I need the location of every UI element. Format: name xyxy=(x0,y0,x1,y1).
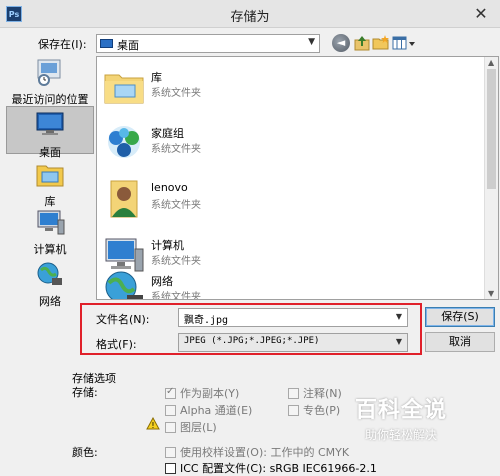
checkbox-label: 使用校样设置(O): 工作中的 CMYK xyxy=(180,446,350,459)
recent-places-icon xyxy=(34,58,66,88)
vertical-scrollbar[interactable]: ▲ ▼ xyxy=(484,57,498,299)
places-bar: 最近访问的位置 桌面 库 计算机 网络 xyxy=(6,56,94,314)
place-recent[interactable]: 最近访问的位置 xyxy=(6,58,94,106)
place-label: 最近访问的位置 xyxy=(11,93,89,106)
layers-checkbox[interactable]: 图层(L) xyxy=(165,419,217,435)
alpha-channel-checkbox[interactable]: Alpha 通道(E) xyxy=(165,402,252,418)
list-item[interactable]: 家庭组 系统文件夹 xyxy=(97,115,483,171)
item-type: 系统文件夹 xyxy=(151,292,201,300)
title-bar: Ps 存储为 ✕ xyxy=(0,0,500,28)
scroll-up-arrow-icon[interactable]: ▲ xyxy=(488,58,494,67)
filename-value: 飘奇.jpg xyxy=(184,315,229,326)
watermark-title: 百科全说 xyxy=(354,398,447,423)
item-name: lenovo xyxy=(151,181,188,194)
network-icon xyxy=(103,269,145,299)
item-type: 系统文件夹 xyxy=(151,200,201,211)
save-in-dropdown[interactable]: 桌面 ▼ xyxy=(96,34,320,53)
place-label: 网络 xyxy=(39,295,61,308)
checkbox-label: ICC 配置文件(C): sRGB IEC61966-2.1 xyxy=(180,462,377,475)
place-label: 计算机 xyxy=(33,243,67,256)
user-folder-icon xyxy=(103,177,145,219)
new-folder-icon[interactable] xyxy=(372,34,390,52)
chevron-down-icon[interactable]: ▼ xyxy=(396,312,402,321)
watermark-logo: 百科全说 助你轻松解决 xyxy=(326,392,476,443)
checkbox-box[interactable] xyxy=(288,387,299,399)
place-label: 桌面 xyxy=(39,146,61,159)
libraries-icon xyxy=(34,160,66,190)
library-folder-icon xyxy=(103,65,145,107)
item-name: 家庭组 xyxy=(151,127,184,140)
proof-setup-checkbox[interactable]: 使用校样设置(O): 工作中的 CMYK xyxy=(165,444,349,460)
up-folder-icon[interactable] xyxy=(353,34,371,52)
checkbox-box[interactable] xyxy=(165,446,176,458)
checkbox-box[interactable] xyxy=(165,462,176,474)
format-label: 格式(F): xyxy=(96,338,137,351)
list-item[interactable]: 库 系统文件夹 xyxy=(97,59,483,115)
checkbox-box[interactable] xyxy=(165,386,176,399)
cancel-button[interactable]: 取消 xyxy=(425,332,495,352)
chevron-down-icon[interactable]: ▼ xyxy=(396,337,402,346)
format-select[interactable]: JPEG (*.JPG;*.JPEG;*.JPE) ▼ xyxy=(178,333,408,352)
desktop-icon xyxy=(34,111,66,141)
format-value: JPEG (*.JPG;*.JPEG;*.JPE) xyxy=(184,336,320,346)
save-label: 存储: xyxy=(72,386,98,399)
dialog-title: 存储为 xyxy=(230,10,270,25)
warning-glyph: ! xyxy=(151,421,154,430)
chevron-down-icon: ▼ xyxy=(308,37,315,47)
list-item[interactable]: lenovo 系统文件夹 xyxy=(97,171,483,227)
color-label: 颜色: xyxy=(72,446,98,459)
desktop-small-icon xyxy=(100,39,113,48)
checkbox-box[interactable] xyxy=(165,404,176,416)
filename-label: 文件名(N): xyxy=(96,313,150,326)
checkbox-box[interactable] xyxy=(288,404,299,416)
view-menu-icon[interactable] xyxy=(392,34,416,52)
checkbox-label: 作为副本(Y) xyxy=(180,387,240,400)
save-in-label: 保存在(I): xyxy=(38,38,87,51)
item-name: 网络 xyxy=(151,275,173,288)
filename-input[interactable]: 飘奇.jpg ▼ xyxy=(178,308,408,327)
place-network[interactable]: 网络 xyxy=(6,260,94,308)
scrollbar-thumb[interactable] xyxy=(487,69,496,189)
item-name: 计算机 xyxy=(151,239,184,252)
place-label: 库 xyxy=(44,195,56,208)
item-type: 系统文件夹 xyxy=(151,144,201,155)
scroll-down-arrow-icon[interactable]: ▼ xyxy=(488,289,494,298)
checkbox-box[interactable] xyxy=(165,421,176,433)
as-copy-checkbox[interactable]: 作为副本(Y) xyxy=(165,385,239,401)
icc-profile-checkbox[interactable]: ICC 配置文件(C): sRGB IEC61966-2.1 xyxy=(165,460,377,476)
item-name: 库 xyxy=(151,71,162,84)
warning-icon: ! xyxy=(146,416,160,430)
back-icon[interactable]: ◄ xyxy=(332,34,350,52)
list-item[interactable]: 网络 系统文件夹 xyxy=(97,263,483,300)
file-list[interactable]: 库 系统文件夹 家庭组 系统文件夹 lenovo 系统文件夹 计算机 系统文件夹… xyxy=(96,56,499,300)
checkbox-label: Alpha 通道(E) xyxy=(180,404,253,417)
homegroup-icon xyxy=(103,121,145,163)
save-button[interactable]: 保存(S) xyxy=(425,307,495,327)
save-in-value: 桌面 xyxy=(117,39,139,52)
place-computer[interactable]: 计算机 xyxy=(6,208,94,256)
computer-icon xyxy=(34,208,66,238)
close-button[interactable]: ✕ xyxy=(468,4,494,24)
item-type: 系统文件夹 xyxy=(151,88,201,99)
place-libraries[interactable]: 库 xyxy=(6,160,94,208)
watermark-subtitle: 助你轻松解决 xyxy=(364,428,437,442)
place-desktop[interactable]: 桌面 xyxy=(6,106,94,159)
network-icon xyxy=(34,260,66,290)
checkbox-label: 图层(L) xyxy=(180,421,217,434)
